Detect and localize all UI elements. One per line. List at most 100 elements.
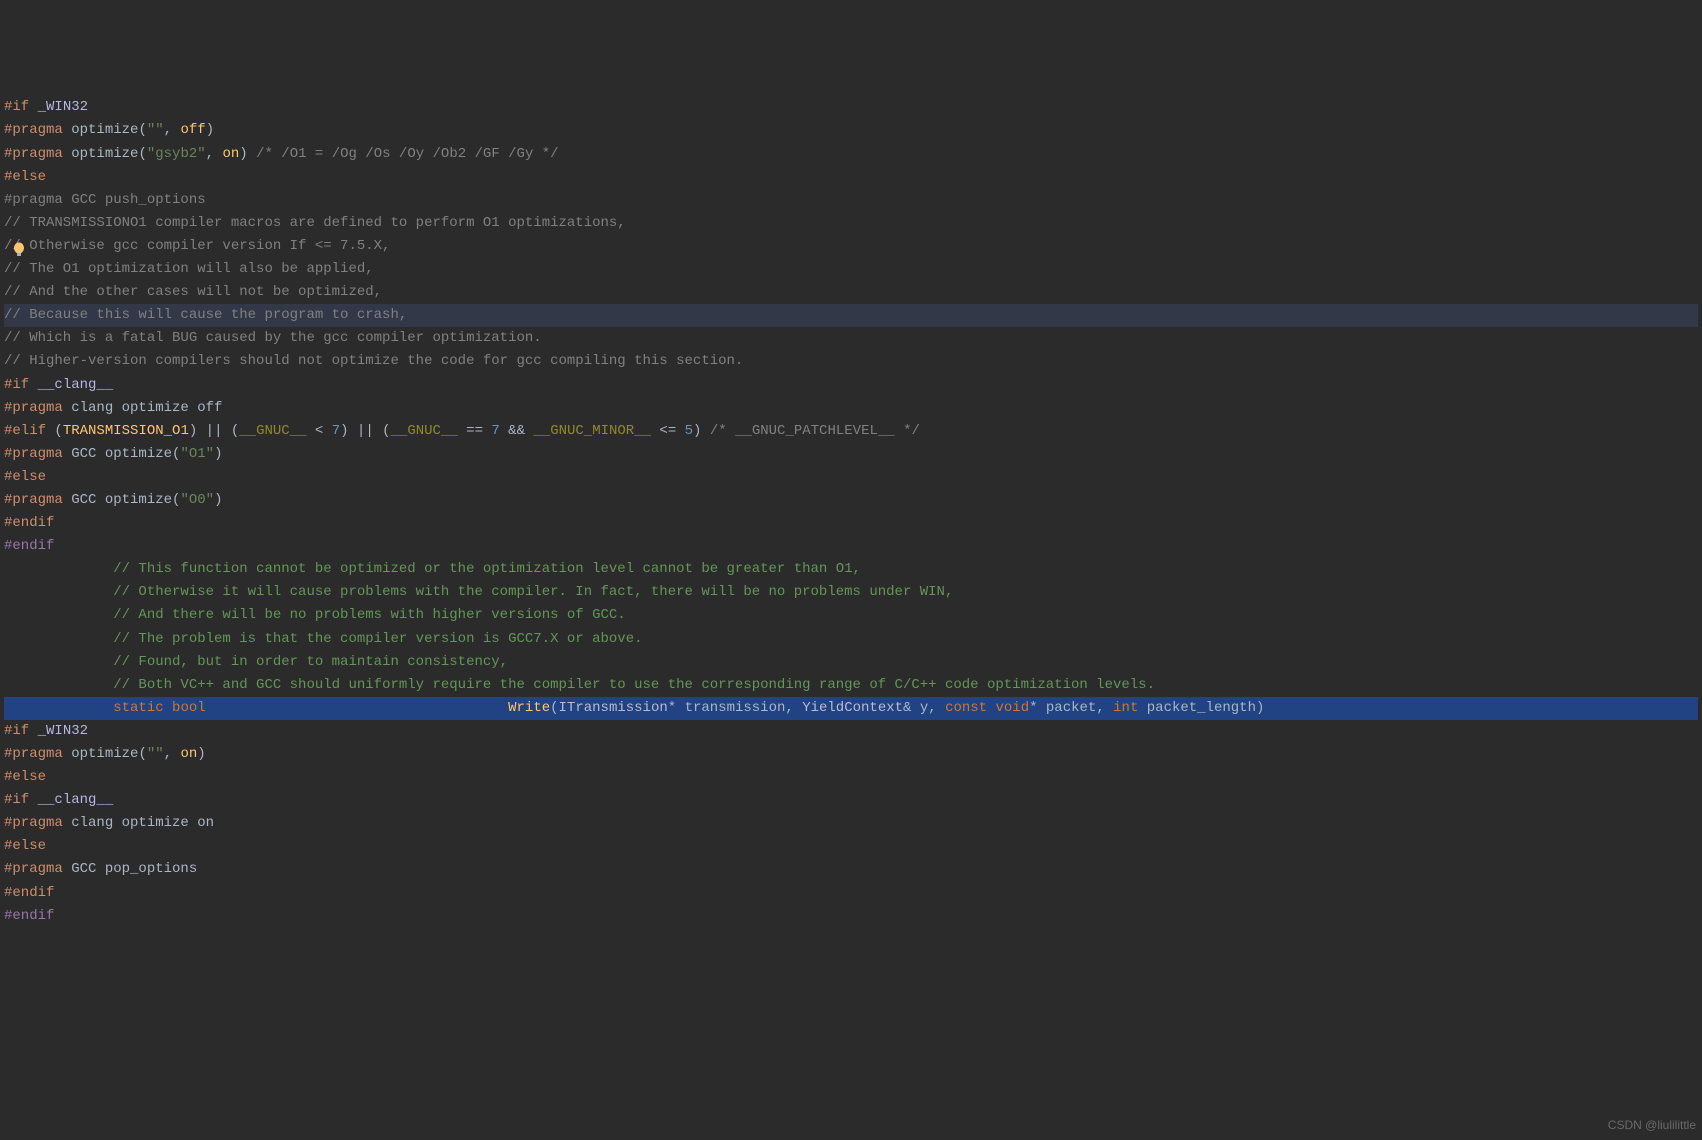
code-line[interactable]: #else: [4, 766, 1698, 789]
token: ): [239, 146, 247, 162]
code-line[interactable]: #endif: [4, 905, 1698, 928]
token: // The problem is that the compiler vers…: [113, 631, 642, 647]
code-line[interactable]: #else: [4, 466, 1698, 489]
token: &: [903, 700, 920, 716]
code-line[interactable]: #pragma GCC push_options: [4, 189, 1698, 212]
code-line[interactable]: #elif (TRANSMISSION_O1) || (__GNUC__ < 7…: [4, 420, 1698, 443]
token: // Because this will cause the program t…: [4, 307, 407, 323]
token: "O0": [180, 492, 214, 508]
token: TRANSMISSION_O1: [63, 423, 189, 439]
code-line[interactable]: #if _WIN32: [4, 720, 1698, 743]
token: (: [138, 122, 146, 138]
token: #pragma GCC push_options: [4, 192, 206, 208]
code-line[interactable]: // Otherwise gcc compiler version If <= …: [4, 235, 1698, 258]
token: ): [1256, 700, 1264, 716]
token: 7: [491, 423, 499, 439]
token: __clang__: [38, 792, 114, 808]
token: (: [54, 423, 62, 439]
token: on: [222, 146, 239, 162]
token: YieldContext: [802, 700, 903, 716]
token: ): [206, 122, 214, 138]
token: #endif: [4, 885, 54, 901]
token: __GNUC__: [239, 423, 306, 439]
token: Write: [508, 700, 550, 716]
token: optimize: [71, 746, 138, 762]
token: #elif: [4, 423, 46, 439]
token: ,: [785, 700, 802, 716]
code-line[interactable]: // The problem is that the compiler vers…: [4, 628, 1698, 651]
code-line[interactable]: #if __clang__: [4, 374, 1698, 397]
code-line[interactable]: #pragma clang optimize off: [4, 397, 1698, 420]
token: // Otherwise it will cause problems with…: [113, 584, 953, 600]
token: "": [147, 746, 164, 762]
code-line[interactable]: // TRANSMISSIONO1 compiler macros are de…: [4, 212, 1698, 235]
code-line[interactable]: // The O1 optimization will also be appl…: [4, 258, 1698, 281]
code-line[interactable]: #if _WIN32: [4, 96, 1698, 119]
code-line[interactable]: #pragma GCC optimize("O0"): [4, 489, 1698, 512]
token: GCC optimize: [71, 492, 172, 508]
code-line[interactable]: // And the other cases will not be optim…: [4, 281, 1698, 304]
token: #pragma: [4, 446, 63, 462]
code-line[interactable]: #pragma optimize("", on): [4, 743, 1698, 766]
token: #pragma: [4, 122, 63, 138]
token: // Found, but in order to maintain consi…: [113, 654, 508, 670]
code-line[interactable]: #endif: [4, 882, 1698, 905]
token: y: [920, 700, 928, 716]
token: void: [995, 700, 1029, 716]
token: ,: [1096, 700, 1113, 716]
code-line[interactable]: #else: [4, 166, 1698, 189]
code-line[interactable]: // Otherwise it will cause problems with…: [4, 581, 1698, 604]
token: ,: [206, 146, 223, 162]
token: GCC pop_options: [71, 861, 197, 877]
code-line[interactable]: // Found, but in order to maintain consi…: [4, 651, 1698, 674]
token: #pragma: [4, 746, 63, 762]
token: #else: [4, 838, 46, 854]
token: /* __GNUC_PATCHLEVEL__ */: [710, 423, 920, 439]
token: // Both VC++ and GCC should uniformly re…: [113, 677, 1155, 693]
token: static: [113, 700, 163, 716]
code-line[interactable]: // This function cannot be optimized or …: [4, 558, 1698, 581]
code-line[interactable]: // And there will be no problems with hi…: [4, 604, 1698, 627]
code-line[interactable]: #endif: [4, 535, 1698, 558]
token: /* /O1 = /Og /Os /Oy /Ob2 /GF /Gy */: [256, 146, 558, 162]
code-line[interactable]: #else: [4, 835, 1698, 858]
token: transmission: [685, 700, 786, 716]
token: ): [214, 492, 222, 508]
code-line[interactable]: #pragma optimize("gsyb2", on) /* /O1 = /…: [4, 143, 1698, 166]
token: *: [1029, 700, 1046, 716]
token: GCC optimize: [71, 446, 172, 462]
token: ) || (: [340, 423, 390, 439]
token: #else: [4, 169, 46, 185]
token: _WIN32: [38, 723, 88, 739]
code-line[interactable]: // Higher-version compilers should not o…: [4, 350, 1698, 373]
token: bool: [172, 700, 206, 716]
token: "O1": [180, 446, 214, 462]
code-line[interactable]: #pragma GCC pop_options: [4, 858, 1698, 881]
token: #if: [4, 723, 29, 739]
code-line[interactable]: static bool Write(ITransmission* transmi…: [4, 697, 1698, 720]
code-line[interactable]: #endif: [4, 512, 1698, 535]
code-line[interactable]: // Both VC++ and GCC should uniformly re…: [4, 674, 1698, 697]
token: // And the other cases will not be optim…: [4, 284, 382, 300]
token: // And there will be no problems with hi…: [113, 607, 625, 623]
token: #pragma: [4, 815, 63, 831]
token: #endif: [4, 538, 54, 554]
code-line[interactable]: #pragma optimize("", off): [4, 119, 1698, 142]
token: #if: [4, 792, 29, 808]
token: // TRANSMISSIONO1 compiler macros are de…: [4, 215, 626, 231]
code-line[interactable]: #pragma clang optimize on: [4, 812, 1698, 835]
code-line[interactable]: #if __clang__: [4, 789, 1698, 812]
code-line[interactable]: // Because this will cause the program t…: [4, 304, 1698, 327]
code-line[interactable]: #pragma GCC optimize("O1"): [4, 443, 1698, 466]
token: #if: [4, 99, 29, 115]
token: 5: [685, 423, 693, 439]
code-editor[interactable]: #if _WIN32#pragma optimize("", off)#prag…: [0, 92, 1702, 931]
token: clang optimize on: [71, 815, 214, 831]
token: #if: [4, 377, 29, 393]
token: #else: [4, 769, 46, 785]
code-line[interactable]: // Which is a fatal BUG caused by the gc…: [4, 327, 1698, 350]
token: ,: [164, 122, 181, 138]
token: optimize: [71, 146, 138, 162]
token: 7: [332, 423, 340, 439]
token: #pragma: [4, 400, 63, 416]
